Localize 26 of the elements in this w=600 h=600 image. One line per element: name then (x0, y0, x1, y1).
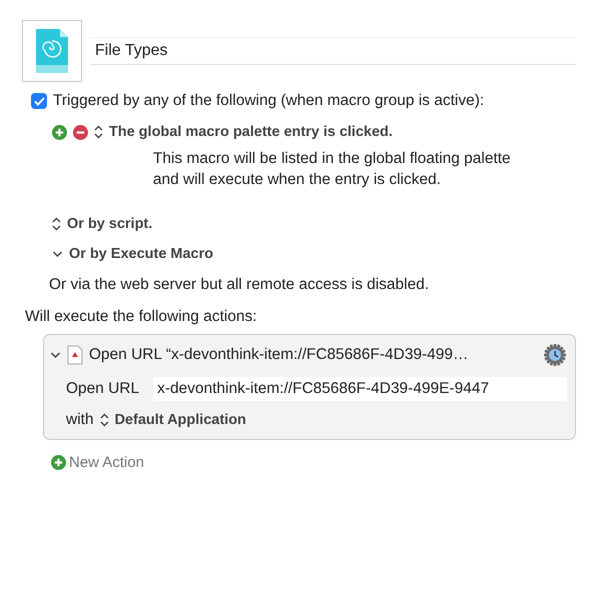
document-icon (67, 345, 83, 365)
add-action-icon[interactable] (51, 455, 66, 470)
url-label: Open URL (66, 380, 140, 398)
macro-name-field[interactable]: File Types (90, 37, 576, 65)
trigger-label: Or by script. (67, 216, 152, 232)
popup-arrows-icon[interactable] (94, 125, 103, 139)
new-action-button[interactable]: New Action (69, 454, 144, 471)
url-field[interactable]: x-devonthink-item://FC85686F-4D39-499E-9447 (153, 377, 567, 401)
gear-icon[interactable] (543, 343, 567, 367)
web-server-note: Or via the web server but all remote access is disabled. (49, 276, 429, 294)
document-shell-icon (34, 27, 70, 75)
with-label: with (66, 411, 94, 429)
popup-arrows-icon[interactable] (100, 413, 109, 427)
trigger-checkbox[interactable] (31, 93, 47, 109)
actions-heading: Will execute the following actions: (25, 308, 257, 326)
add-icon[interactable] (52, 124, 67, 140)
trigger-description: This macro will be listed in the global floating palette and will execute when the entry is clicked. (153, 149, 512, 190)
remove-icon[interactable] (73, 124, 88, 140)
trigger-label: Or by Execute Macro (69, 246, 214, 262)
trigger-label: The global macro palette entry is clicked. (109, 124, 393, 140)
disclosure-chevron-icon[interactable] (52, 249, 63, 259)
trigger-heading: Triggered by any of the following (when macro group is active): (53, 92, 484, 110)
popup-arrows-icon[interactable] (52, 217, 61, 231)
disclosure-chevron-icon[interactable] (50, 350, 61, 360)
application-popup[interactable]: Default Application (114, 412, 246, 428)
action-title: Open URL “x-devonthink-item://FC85686F-4D39-499… (89, 346, 470, 364)
